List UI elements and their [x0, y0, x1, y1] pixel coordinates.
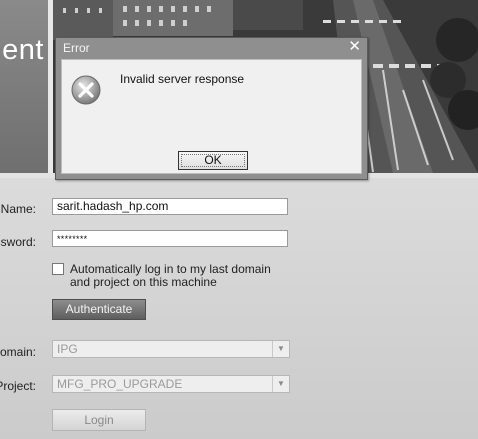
app-title: nent — [0, 34, 44, 66]
username-field[interactable]: sarit.hadash_hp.com — [52, 198, 288, 215]
error-dialog: Error ✕ Invalid server response OK — [55, 37, 368, 180]
ok-button[interactable]: OK — [178, 151, 248, 170]
project-label: Project: — [0, 379, 36, 393]
authenticate-button[interactable]: Authenticate — [52, 299, 146, 320]
chevron-down-icon[interactable]: ▼ — [272, 376, 289, 392]
password-label: ssword: — [0, 235, 36, 249]
error-icon — [70, 74, 102, 106]
auto-login-checkbox[interactable] — [52, 263, 64, 275]
project-select-value: MFG_PRO_UPGRADE — [57, 377, 183, 391]
domain-select-value: IPG — [57, 342, 78, 356]
app-title-panel: nent — [0, 0, 53, 173]
auto-login-label: Automatically log in to my last domain a… — [70, 262, 271, 289]
dialog-body: Invalid server response OK — [61, 59, 362, 174]
dialog-title: Error — [63, 41, 90, 55]
project-select[interactable]: MFG_PRO_UPGRADE ▼ — [52, 375, 290, 393]
chevron-down-icon[interactable]: ▼ — [272, 341, 289, 357]
password-field[interactable]: ******** — [52, 230, 288, 247]
login-button[interactable]: Login — [52, 409, 146, 431]
close-icon[interactable]: ✕ — [348, 38, 361, 56]
dialog-message: Invalid server response — [120, 72, 245, 86]
domain-select[interactable]: IPG ▼ — [52, 340, 290, 358]
domain-label: Domain: — [0, 345, 36, 359]
username-label: n Name: — [0, 202, 36, 216]
